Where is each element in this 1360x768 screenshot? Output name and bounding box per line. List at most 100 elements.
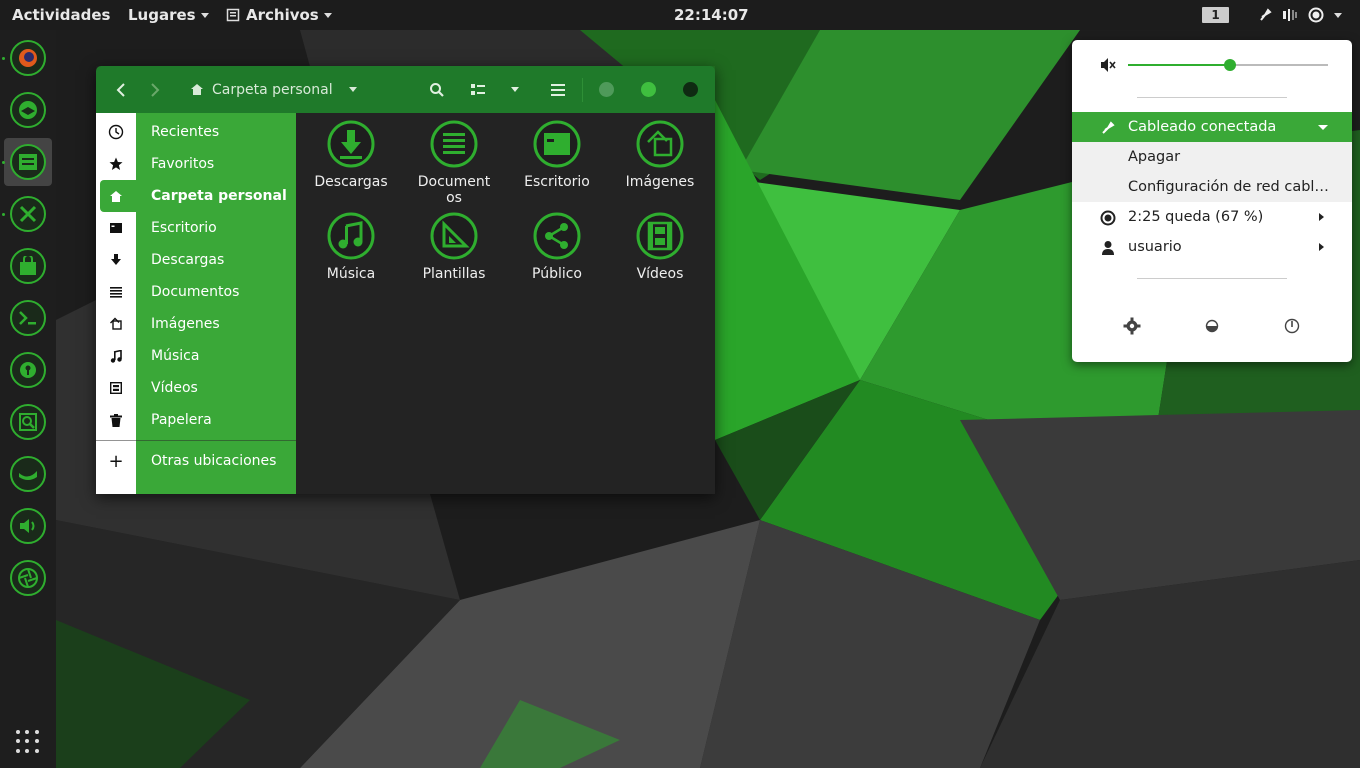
status-area[interactable] xyxy=(1258,0,1342,30)
network-settings-item[interactable]: Configuración de red cabl… xyxy=(1072,172,1352,202)
star-icon xyxy=(96,148,136,180)
folder-music[interactable]: Música xyxy=(301,212,401,282)
folder-label: Vídeos xyxy=(636,266,684,282)
camera-shutter-icon[interactable] xyxy=(10,560,46,596)
sidebar-item-label: Otras ubicaciones xyxy=(151,453,277,469)
software-store-icon[interactable] xyxy=(10,248,46,284)
sidebar-item-label: Descargas xyxy=(151,252,225,268)
view-options-button[interactable] xyxy=(500,66,530,113)
folder-label: Música xyxy=(326,266,376,282)
sound-icon[interactable] xyxy=(10,508,46,544)
network-off-label: Apagar xyxy=(1128,149,1181,165)
user-icon xyxy=(1102,241,1114,255)
minimize-button[interactable] xyxy=(599,82,614,97)
folder-pictures[interactable]: Imágenes xyxy=(610,120,710,190)
network-off-item[interactable]: Apagar xyxy=(1072,142,1352,172)
running-indicator xyxy=(2,161,5,164)
close-button[interactable] xyxy=(683,82,698,97)
chevron-right-icon xyxy=(151,82,160,97)
volume-slider-handle[interactable] xyxy=(1224,59,1236,71)
folder-desktop[interactable]: Escritorio xyxy=(507,120,607,190)
power-button[interactable] xyxy=(1282,316,1302,336)
system-menu: Cableado conectada Apagar Configuración … xyxy=(1072,40,1352,362)
download-folder-icon xyxy=(327,120,375,168)
chevron-down-icon xyxy=(323,12,332,18)
music-folder-icon xyxy=(327,212,375,260)
tools-icon[interactable] xyxy=(10,196,46,232)
main-menu-button[interactable] xyxy=(543,66,573,113)
workspace-indicator[interactable]: 1 xyxy=(1202,7,1229,23)
battery-label: 2:25 queda (67 %) xyxy=(1128,209,1264,225)
desktop-folder-icon xyxy=(533,120,581,168)
screenshot-viewer-icon[interactable] xyxy=(10,404,46,440)
places-label: Lugares xyxy=(128,6,196,24)
menu-separator xyxy=(1137,97,1287,98)
download-icon xyxy=(96,244,136,276)
forward-button[interactable] xyxy=(140,66,170,113)
volume-muted-icon xyxy=(1283,9,1297,21)
list-view-icon xyxy=(471,83,485,95)
videos-folder-icon xyxy=(636,212,684,260)
sidebar-item-label: Música xyxy=(151,348,200,364)
chevron-down-icon xyxy=(200,12,209,18)
files-icon[interactable] xyxy=(10,144,46,180)
home-icon xyxy=(191,84,203,95)
running-indicator xyxy=(2,57,5,60)
sidebar-item-label: Imágenes xyxy=(151,316,220,332)
folder-label: Documentos xyxy=(417,174,491,206)
document-icon xyxy=(96,276,136,308)
path-bar-button[interactable]: Carpeta personal xyxy=(180,76,367,103)
volume-slider[interactable] xyxy=(1128,59,1328,71)
power-icon xyxy=(1284,318,1300,334)
folder-templates[interactable]: Plantillas xyxy=(404,212,504,282)
genie-lamp-icon[interactable] xyxy=(10,456,46,492)
path-label: Carpeta personal xyxy=(212,81,333,98)
header-bar: Carpeta personal xyxy=(96,66,715,113)
templates-folder-icon xyxy=(430,212,478,260)
wired-network-icon xyxy=(1102,121,1115,134)
sidebar-separator xyxy=(96,440,296,441)
trash-icon xyxy=(96,404,136,436)
lock-screen-button[interactable] xyxy=(1202,316,1222,336)
folder-public[interactable]: Público xyxy=(507,212,607,282)
sidebar-item-label: Documentos xyxy=(151,284,240,300)
password-keyring-icon[interactable] xyxy=(10,352,46,388)
firefox-icon[interactable] xyxy=(10,40,46,76)
folder-documents[interactable]: Documentos xyxy=(404,120,504,206)
activities-button[interactable]: Actividades xyxy=(12,0,110,30)
settings-button[interactable] xyxy=(1122,316,1142,336)
activities-label: Actividades xyxy=(12,6,111,24)
plus-icon: + xyxy=(108,450,124,472)
folder-download[interactable]: Descargas xyxy=(301,120,401,190)
show-applications-icon[interactable] xyxy=(16,730,40,754)
battery-item[interactable]: 2:25 queda (67 %) xyxy=(1072,202,1352,232)
places-sidebar: Recientes Favoritos Carpeta personal Escrit… xyxy=(96,113,296,494)
sidebar-item-label: Favoritos xyxy=(151,156,215,172)
wired-network-item[interactable]: Cableado conectada xyxy=(1072,112,1352,142)
dash-dock xyxy=(0,30,56,768)
view-mode-button[interactable] xyxy=(464,66,494,113)
folder-videos[interactable]: Vídeos xyxy=(610,212,710,282)
app-menu[interactable]: Archivos xyxy=(226,0,332,30)
chevron-down-icon xyxy=(511,87,519,92)
places-menu[interactable]: Lugares xyxy=(128,0,209,30)
folder-label: Descargas xyxy=(314,174,388,190)
menu-separator xyxy=(1137,278,1287,279)
search-button[interactable] xyxy=(422,66,452,113)
volume-muted-icon xyxy=(1101,58,1116,72)
clock-icon xyxy=(96,116,136,148)
user-item[interactable]: usuario xyxy=(1072,232,1352,262)
network-label: Cableado conectada xyxy=(1128,119,1277,135)
battery-icon xyxy=(1100,210,1116,226)
volume-slider-fill xyxy=(1128,64,1230,66)
terminal-icon[interactable] xyxy=(10,300,46,336)
clock[interactable]: 22:14:07 xyxy=(674,0,749,30)
maximize-button[interactable] xyxy=(641,82,656,97)
back-button[interactable] xyxy=(106,66,136,113)
folder-view: Descargas Documentos Escritorio Imágenes… xyxy=(296,113,715,494)
thunderbird-icon[interactable] xyxy=(10,92,46,128)
gear-icon xyxy=(1123,317,1141,335)
public-folder-icon xyxy=(533,212,581,260)
network-settings-label: Configuración de red cabl… xyxy=(1128,179,1329,195)
music-icon xyxy=(96,340,136,372)
